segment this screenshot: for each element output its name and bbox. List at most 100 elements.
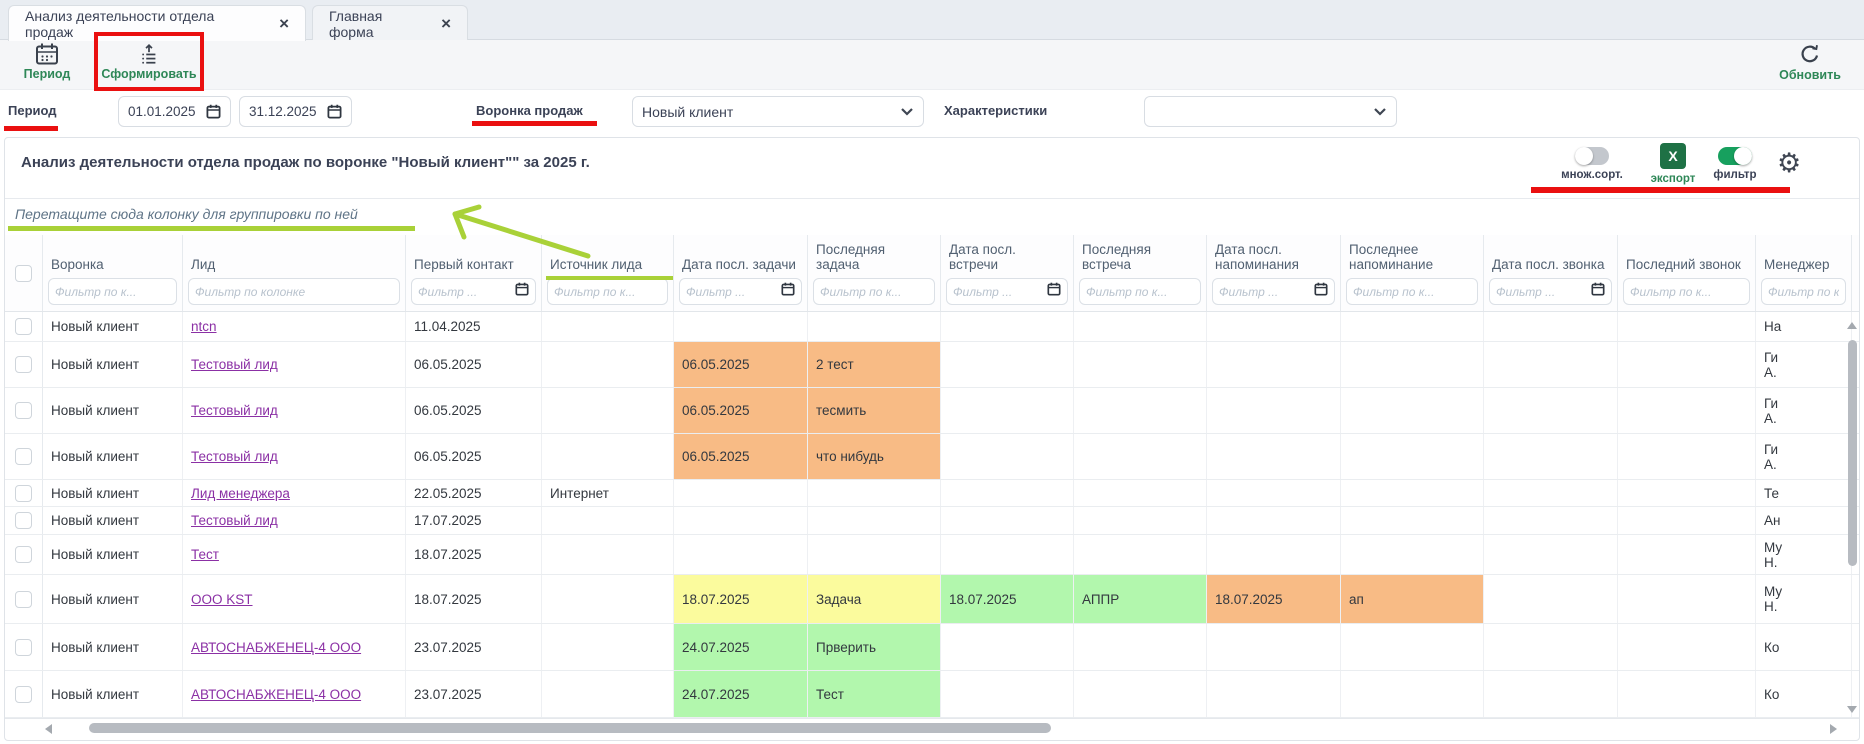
cell-manager: Ко (1756, 671, 1852, 717)
cell-reminder (1341, 507, 1484, 534)
cell-funnel: Новый клиент (43, 342, 183, 387)
lead-link[interactable]: Тестовый лид (191, 357, 397, 372)
filter-call[interactable]: Фильтр по к... (1623, 278, 1750, 305)
multisort-toggle[interactable] (1575, 147, 1609, 165)
filter-lead[interactable]: Фильтр по колонке (188, 278, 400, 305)
cell-lead: Тестовый лид (183, 342, 406, 387)
filter-call_date[interactable]: Фильтр ... (1489, 278, 1612, 305)
date-from-input[interactable]: 01.01.2025 (118, 96, 231, 127)
column-header-lead[interactable]: Лид (183, 235, 405, 275)
cell-meeting: АППР (1074, 575, 1207, 623)
lead-link[interactable]: Тестовый лид (191, 449, 397, 464)
date-to-value: 31.12.2025 (249, 104, 327, 119)
cell-task_date: 18.07.2025 (674, 575, 808, 623)
calendar-icon[interactable] (1591, 282, 1605, 301)
lead-link[interactable]: Лид менеджера (191, 486, 397, 501)
scroll-left-icon[interactable] (45, 724, 52, 734)
lead-link[interactable]: ООО KST (191, 592, 397, 607)
generate-button[interactable]: Сформировать (98, 43, 200, 81)
vertical-scrollbar-thumb[interactable] (1848, 340, 1857, 566)
select-all-checkbox[interactable] (15, 265, 32, 282)
row-checkbox[interactable] (15, 402, 32, 419)
cell-meeting_date: 18.07.2025 (941, 575, 1074, 623)
row-checkbox[interactable] (15, 485, 32, 502)
horizontal-scrollbar[interactable] (5, 718, 1859, 736)
column-header-reminder[interactable]: Последнее напоминание (1341, 235, 1483, 275)
funnel-select[interactable]: Новый клиент (632, 96, 924, 127)
calendar-icon[interactable] (1314, 282, 1328, 301)
filter-manager[interactable]: Фильтр по к... (1761, 278, 1846, 305)
lead-link[interactable]: АВТОСНАБЖЕНЕЦ-4 ООО (191, 687, 397, 702)
scroll-right-icon[interactable] (1830, 724, 1837, 734)
column-header-task[interactable]: Последняя задача (808, 235, 940, 275)
calendar-icon[interactable] (515, 282, 529, 301)
cell-funnel: Новый клиент (43, 671, 183, 717)
scroll-up-icon[interactable] (1847, 322, 1857, 329)
refresh-button[interactable]: Обновить (1772, 43, 1848, 82)
lead-link[interactable]: Тестовый лид (191, 403, 397, 418)
report-header: Анализ деятельности отдела продаж по вор… (5, 138, 1859, 199)
row-checkbox[interactable] (15, 512, 32, 529)
filter-first_contact[interactable]: Фильтр ... (411, 278, 536, 305)
filter-meeting_date[interactable]: Фильтр ... (946, 278, 1068, 305)
lead-link[interactable]: Тестовый лид (191, 513, 397, 528)
lead-link[interactable]: Тест (191, 547, 397, 562)
cell-line: Му (1764, 540, 1843, 555)
characteristics-select[interactable] (1144, 96, 1397, 127)
cell-reminder_date (1207, 342, 1341, 387)
grid-header-row: ВоронкаФильтр по к...ЛидФильтр по колонк… (5, 235, 1859, 312)
tab-sales-analysis[interactable]: Анализ деятельности отдела продаж × (8, 5, 306, 41)
row-checkbox[interactable] (15, 686, 32, 703)
date-to-input[interactable]: 31.12.2025 (239, 96, 352, 127)
column-header-first_contact[interactable]: Первый контакт (406, 235, 541, 275)
column-header-reminder_date[interactable]: Дата посл. напоминания (1207, 235, 1340, 275)
column-header-meeting[interactable]: Последняя встреча (1074, 235, 1206, 275)
vertical-scrollbar[interactable] (1846, 318, 1858, 720)
filter-funnel[interactable]: Фильтр по к... (48, 278, 177, 305)
column-header-task_date[interactable]: Дата посл. задачи (674, 235, 807, 275)
row-checkbox[interactable] (15, 318, 32, 335)
filter-task[interactable]: Фильтр по к... (813, 278, 935, 305)
filter-meeting[interactable]: Фильтр по к... (1079, 278, 1201, 305)
filter-toggle[interactable] (1718, 147, 1752, 165)
filter-lead_source[interactable]: Фильтр по к... (547, 278, 668, 305)
cell-call_date (1484, 480, 1618, 506)
scroll-down-icon[interactable] (1847, 706, 1857, 713)
column-header-lead_source[interactable]: Источник лида (542, 235, 673, 275)
row-select-cell (5, 480, 43, 506)
calendar-icon[interactable] (327, 104, 342, 119)
row-checkbox[interactable] (15, 639, 32, 656)
row-checkbox[interactable] (15, 356, 32, 373)
lead-link[interactable]: АВТОСНАБЖЕНЕЦ-4 ООО (191, 640, 397, 655)
column-header-funnel[interactable]: Воронка (43, 235, 182, 275)
row-checkbox[interactable] (15, 591, 32, 608)
period-button[interactable]: Период (18, 43, 76, 81)
calendar-icon[interactable] (206, 104, 221, 119)
cell-first_contact: 18.07.2025 (406, 535, 542, 574)
filter-reminder_date[interactable]: Фильтр ... (1212, 278, 1335, 305)
cell-task_date: 06.05.2025 (674, 434, 808, 479)
column-header-manager[interactable]: Менеджер (1756, 235, 1851, 275)
excel-export-icon[interactable]: X (1660, 143, 1686, 169)
filter-reminder[interactable]: Фильтр по к... (1346, 278, 1478, 305)
close-icon[interactable]: × (441, 15, 451, 32)
horizontal-scrollbar-thumb[interactable] (89, 723, 1051, 733)
tab-main-form[interactable]: Главная форма × (312, 5, 468, 41)
cell-call (1618, 535, 1756, 574)
calendar-icon[interactable] (781, 282, 795, 301)
row-checkbox[interactable] (15, 546, 32, 563)
calendar-icon[interactable] (1047, 282, 1061, 301)
lead-link[interactable]: ntcn (191, 319, 397, 334)
cell-manager: На (1756, 312, 1852, 341)
tab-label: Главная форма (329, 8, 427, 40)
close-icon[interactable]: × (279, 15, 289, 32)
group-by-zone[interactable]: Перетащите сюда колонку для группировки … (5, 199, 1859, 235)
column-call_date: Дата посл. звонка Фильтр ... (1484, 235, 1618, 311)
column-header-meeting_date[interactable]: Дата посл. встречи (941, 235, 1073, 275)
filter-task_date[interactable]: Фильтр ... (679, 278, 802, 305)
column-header-call[interactable]: Последний звонок (1618, 235, 1755, 275)
gear-icon[interactable]: ⚙ (1777, 148, 1801, 179)
column-header-call_date[interactable]: Дата посл. звонка (1484, 235, 1617, 275)
cell-reminder (1341, 312, 1484, 341)
row-checkbox[interactable] (15, 448, 32, 465)
